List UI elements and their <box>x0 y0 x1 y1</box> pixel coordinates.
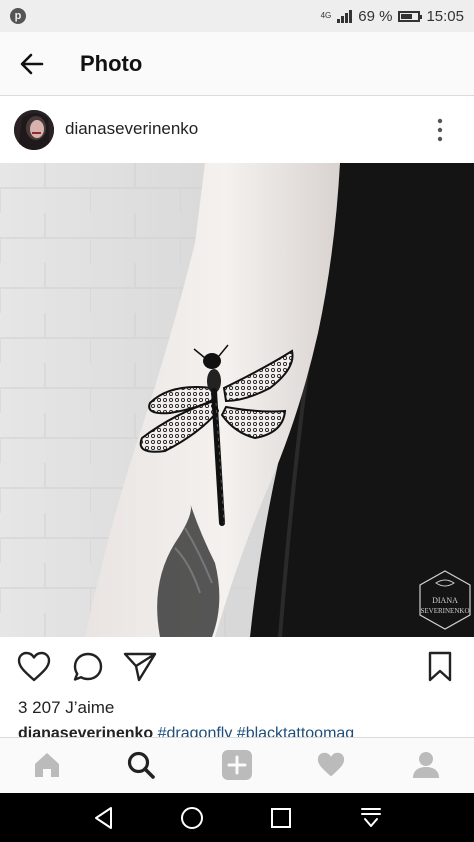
back-arrow-icon[interactable] <box>18 50 46 78</box>
profile-icon[interactable] <box>408 748 444 782</box>
home-icon[interactable] <box>29 748 65 782</box>
bookmark-icon[interactable] <box>428 651 452 683</box>
more-options-icon[interactable] <box>436 118 444 142</box>
status-right: 4G 69 % 15:05 <box>321 6 464 26</box>
battery-icon <box>398 10 423 22</box>
avatar[interactable] <box>14 110 54 150</box>
bottom-navigation <box>0 737 474 793</box>
share-icon[interactable] <box>123 652 157 682</box>
post-username[interactable]: dianaseverinenko <box>65 119 198 139</box>
watermark-line-1: DIANA <box>432 596 458 605</box>
post-photo[interactable]: DIANA SEVERINENKO <box>0 163 474 637</box>
notifications-pulldown-icon[interactable] <box>358 805 384 831</box>
caption: dianaseverinenko #dragonfly #blacktattoo… <box>18 724 458 738</box>
back-icon[interactable] <box>91 805 117 831</box>
pinterest-icon: p <box>10 8 26 24</box>
activity-heart-icon[interactable] <box>313 748 349 782</box>
signal-icon <box>337 9 353 23</box>
watermark-line-2: SEVERINENKO <box>421 607 470 615</box>
heart-icon[interactable] <box>17 651 51 683</box>
app-bar: Photo <box>0 32 474 96</box>
post-actions <box>0 645 474 693</box>
system-navigation-bar <box>0 793 474 842</box>
page-title: Photo <box>80 51 143 76</box>
recents-icon[interactable] <box>268 805 294 831</box>
battery-percent: 69 % <box>358 7 393 25</box>
network-label: 4G <box>320 11 332 20</box>
comment-icon[interactable] <box>72 651 104 683</box>
home-circle-icon[interactable] <box>179 805 205 831</box>
add-icon[interactable] <box>219 748 255 782</box>
search-icon[interactable] <box>123 748 159 782</box>
likes-count[interactable]: 3 207 J’aime <box>18 698 114 718</box>
status-bar: p 4G 69 % 15:05 <box>0 0 474 32</box>
clock: 15:05 <box>426 7 464 25</box>
